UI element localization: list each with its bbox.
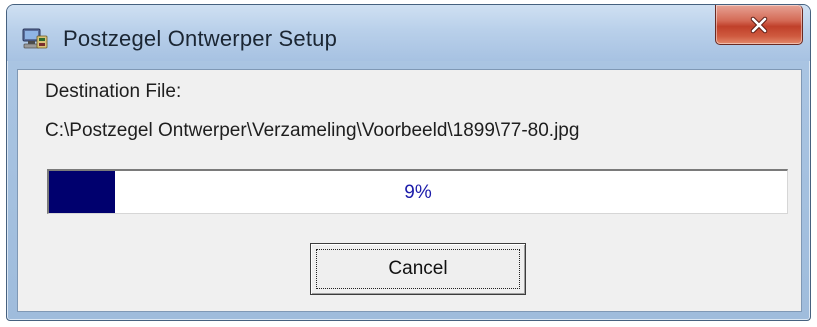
cancel-button-label: Cancel (316, 249, 520, 289)
destination-label: Destination File: (45, 81, 182, 102)
window-title: Postzegel Ontwerper Setup (63, 26, 338, 51)
close-icon (749, 16, 769, 34)
destination-path: C:\Postzegel Ontwerper\Verzameling\Voorb… (45, 120, 580, 141)
cancel-button[interactable]: Cancel (310, 243, 526, 295)
setup-computer-icon (21, 26, 49, 52)
title-bar[interactable]: Postzegel Ontwerper Setup (7, 5, 810, 61)
progress-bar: 9% (47, 169, 788, 214)
setup-window: Postzegel Ontwerper Setup Destination Fi… (6, 4, 811, 321)
close-button[interactable] (715, 5, 803, 45)
progress-percent: 9% (404, 182, 432, 203)
dialog-body: Destination File: C:\Postzegel Ontwerper… (17, 69, 802, 312)
